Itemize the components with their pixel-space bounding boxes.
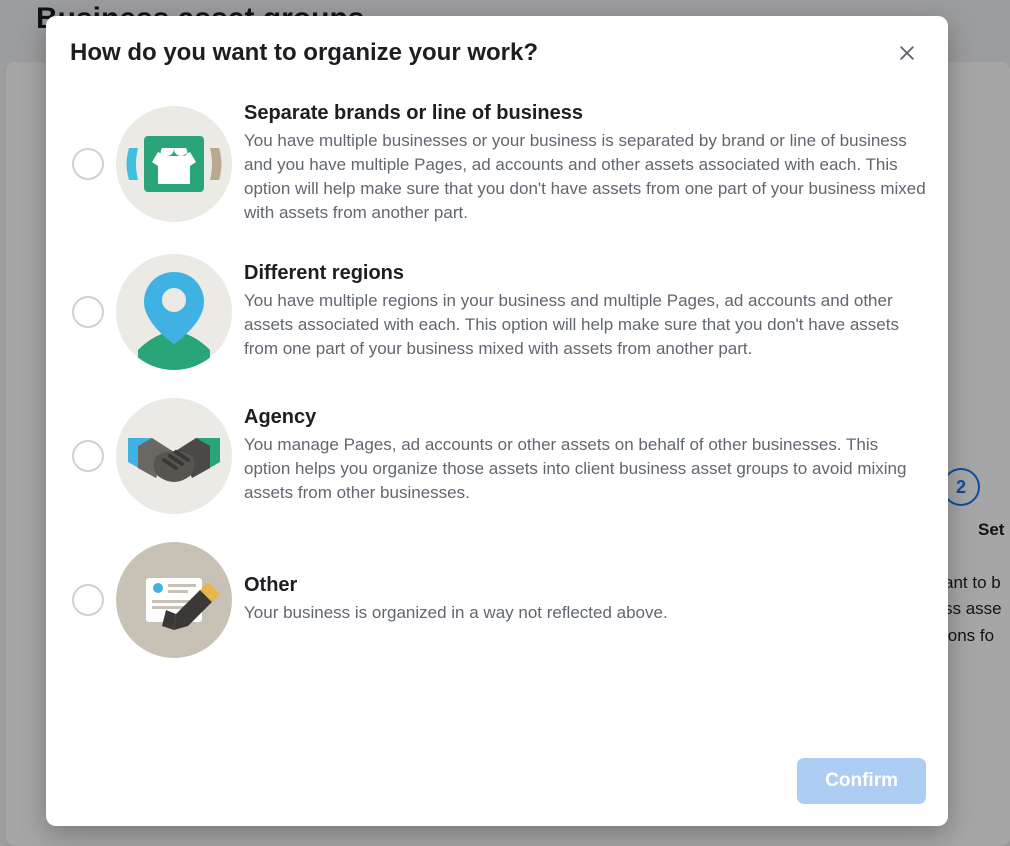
option-description: You have multiple businesses or your bus… bbox=[244, 129, 926, 226]
radio-different-regions[interactable] bbox=[72, 296, 104, 328]
option-agency[interactable]: Agency You manage Pages, ad accounts or … bbox=[64, 384, 930, 528]
close-icon bbox=[897, 43, 917, 63]
option-description: Your business is organized in a way not … bbox=[244, 601, 926, 625]
option-description: You have multiple regions in your busine… bbox=[244, 289, 926, 361]
option-title: Different regions bbox=[244, 262, 926, 285]
regions-illustration-icon bbox=[116, 254, 232, 370]
option-different-regions[interactable]: Different regions You have multiple regi… bbox=[64, 240, 930, 384]
agency-illustration-icon bbox=[116, 398, 232, 514]
radio-agency[interactable] bbox=[72, 440, 104, 472]
option-description: You manage Pages, ad accounts or other a… bbox=[244, 433, 926, 505]
other-illustration-icon bbox=[116, 542, 232, 658]
brands-illustration-icon bbox=[116, 106, 232, 222]
modal-footer: Confirm bbox=[46, 744, 948, 826]
confirm-button[interactable]: Confirm bbox=[797, 758, 926, 804]
option-title: Other bbox=[244, 574, 926, 597]
option-other[interactable]: Other Your business is organized in a wa… bbox=[64, 528, 930, 672]
modal-body[interactable]: Separate brands or line of business You … bbox=[46, 82, 948, 744]
close-button[interactable] bbox=[890, 36, 924, 70]
organize-work-modal: How do you want to organize your work? bbox=[46, 16, 948, 826]
modal-header: How do you want to organize your work? bbox=[46, 16, 948, 82]
radio-other[interactable] bbox=[72, 584, 104, 616]
radio-separate-brands[interactable] bbox=[72, 148, 104, 180]
option-title: Separate brands or line of business bbox=[244, 102, 926, 125]
modal-title: How do you want to organize your work? bbox=[70, 39, 538, 67]
option-separate-brands[interactable]: Separate brands or line of business You … bbox=[64, 88, 930, 240]
option-title: Agency bbox=[244, 406, 926, 429]
